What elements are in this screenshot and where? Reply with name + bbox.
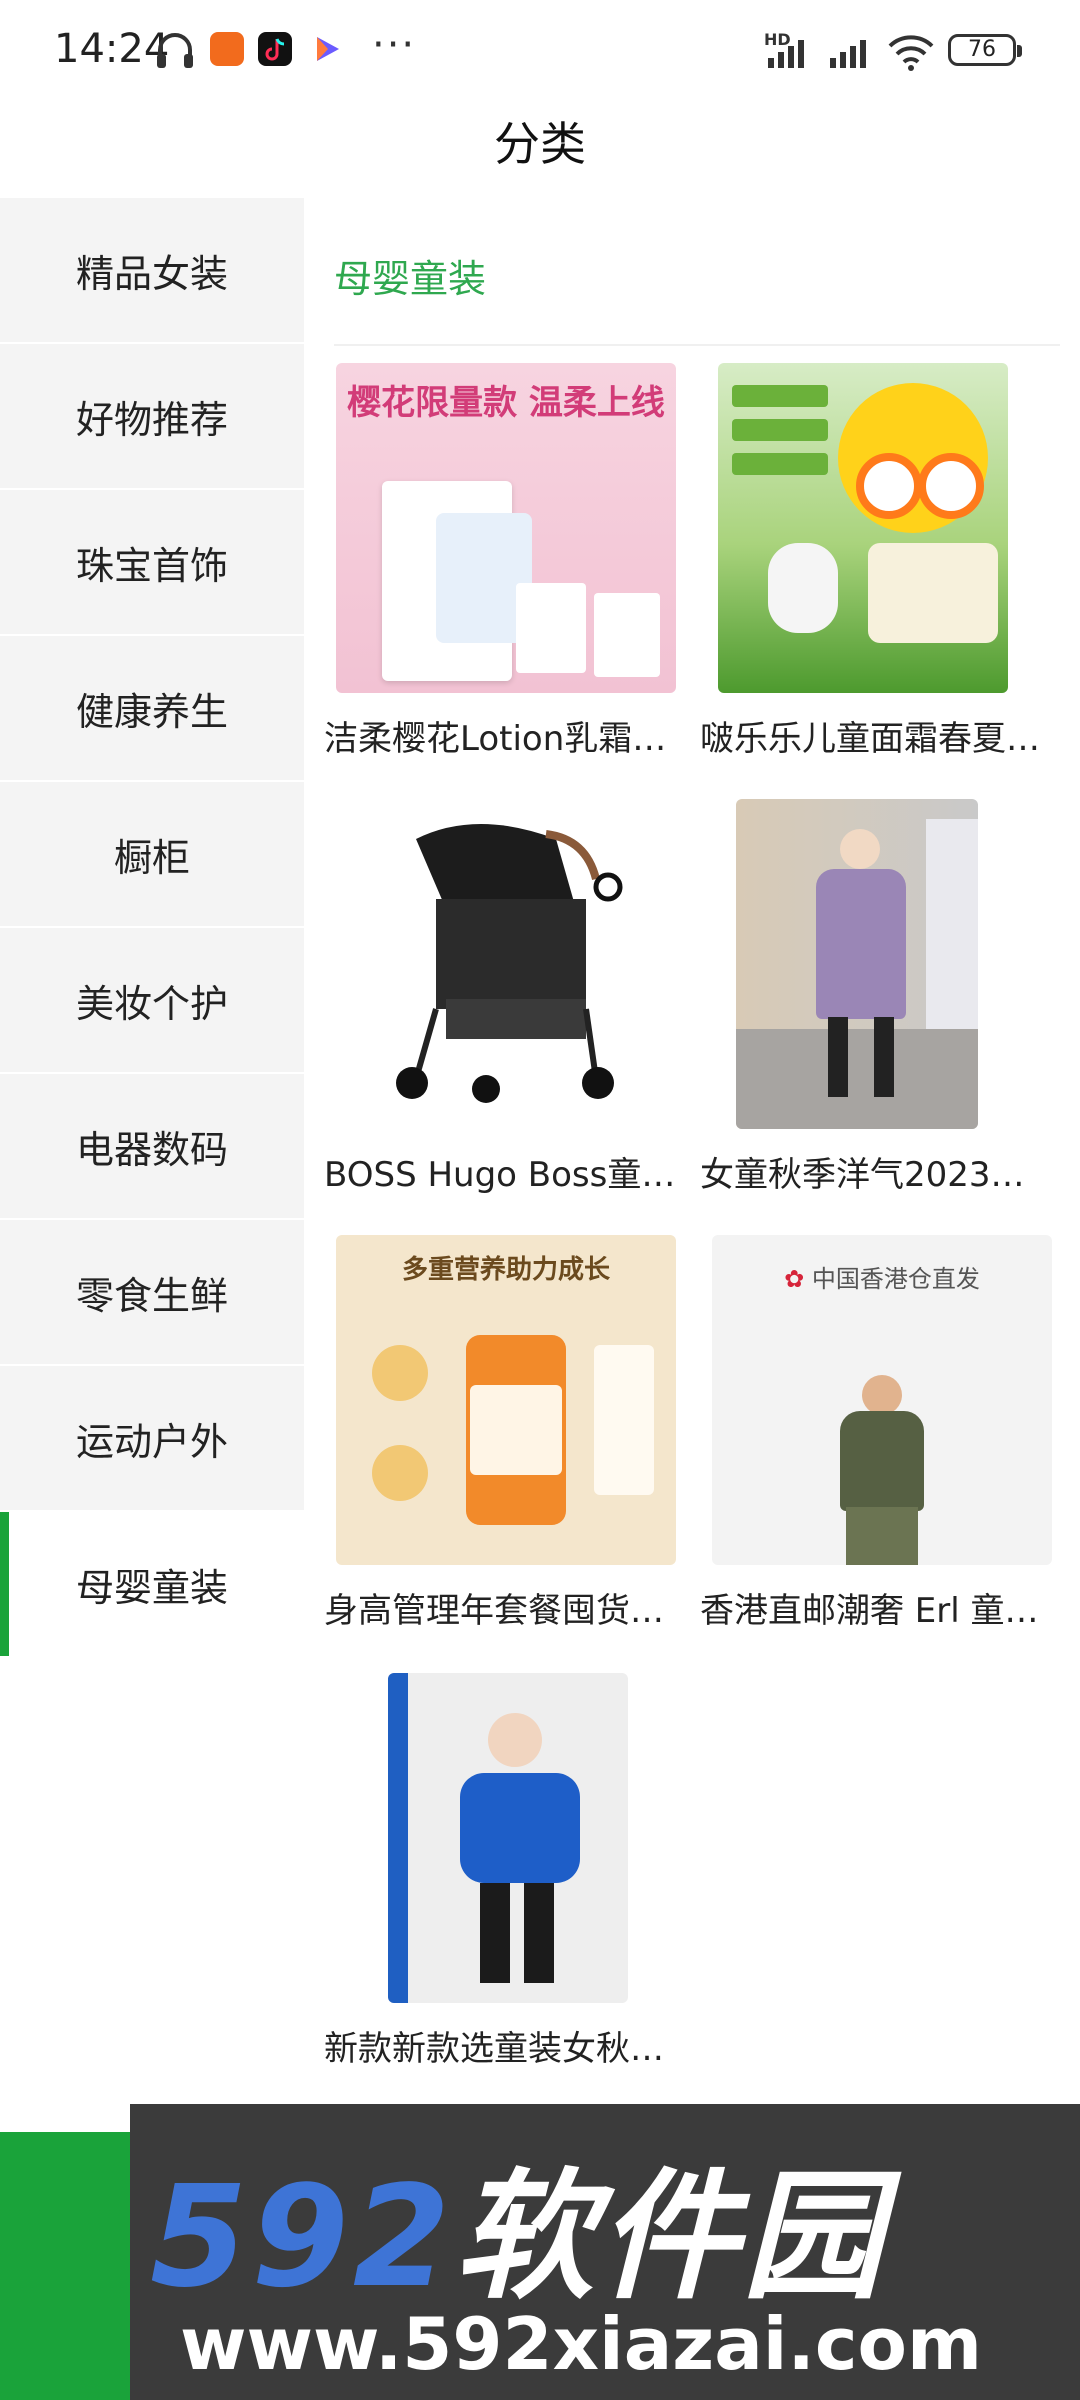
product-image: [736, 799, 978, 1129]
product-title: 新款新款选童装女秋…: [324, 2029, 664, 2069]
hk-flag-icon: ✿: [784, 1265, 805, 1293]
sidebar-item-health[interactable]: 健康养生: [0, 636, 304, 782]
sidebar-item-beauty[interactable]: 美妆个护: [0, 928, 304, 1074]
signal-icon-1: [768, 40, 804, 68]
section-divider: [334, 344, 1060, 346]
watermark-banner: 592软件园 www.592xiazai.com: [130, 2104, 1080, 2400]
sidebar-item-baby-kids[interactable]: 母婴童装: [0, 1512, 304, 1658]
product-card[interactable]: ✿ 中国香港仓直发 香港直邮潮奢 Erl 童…: [700, 1235, 1060, 1635]
product-image-text: 多重营养助力成长: [401, 1255, 610, 1285]
sidebar-item-electronics[interactable]: 电器数码: [0, 1074, 304, 1220]
product-image: ✿ 中国香港仓直发: [712, 1235, 1052, 1565]
sidebar-item-label: 橱柜: [113, 835, 190, 880]
sidebar-item-label: 美妆个护: [75, 981, 228, 1026]
sidebar-item-jewelry[interactable]: 珠宝首饰: [0, 490, 304, 636]
product-image: 多重营养助力成长: [336, 1235, 676, 1565]
sidebar-item-cabinet[interactable]: 橱柜: [0, 782, 304, 928]
more-notifications-icon: ···: [372, 22, 417, 68]
signal-icon-2: [830, 40, 866, 68]
sidebar-item-label: 精品女装: [75, 251, 228, 296]
product-image: [336, 799, 676, 1129]
wifi-icon: [888, 35, 934, 71]
sidebar-item-label: 好物推荐: [75, 397, 228, 442]
sidebar-item-snacks[interactable]: 零食生鲜: [0, 1220, 304, 1366]
product-image-text: 樱花限量款 温柔上线: [347, 383, 665, 423]
watermark-url: www.592xiazai.com: [180, 2302, 982, 2386]
watermark-logo: 592软件园: [150, 2156, 887, 2319]
app-notification-icon: [210, 32, 244, 66]
category-sidebar: 精品女装 好物推荐 珠宝首饰 健康养生 橱柜 美妆个护 电器数码 零食生鲜 运动…: [0, 198, 304, 1658]
product-image: 樱花限量款 温柔上线: [336, 363, 676, 693]
product-title: 身高管理年套餐囤货…: [324, 1591, 664, 1631]
sidebar-item-label: 健康养生: [75, 689, 228, 734]
product-title: 洁柔樱花Lotion乳霜…: [324, 719, 667, 759]
battery-icon: 76: [948, 34, 1022, 66]
bottom-green-strip: [0, 2132, 140, 2400]
product-card[interactable]: 多重营养助力成长 身高管理年套餐囤货…: [324, 1235, 684, 1635]
sidebar-item-outdoor[interactable]: 运动户外: [0, 1366, 304, 1512]
sidebar-item-recommended[interactable]: 好物推荐: [0, 344, 304, 490]
product-card[interactable]: BOSS Hugo Boss童…: [324, 799, 684, 1199]
product-card[interactable]: 女童秋季洋气2023…: [700, 799, 1060, 1199]
tiktok-notification-icon: [258, 32, 292, 66]
product-title: 啵乐乐儿童面霜春夏…: [700, 719, 1040, 759]
page-title: 分类: [494, 117, 586, 171]
product-card[interactable]: 樱花限量款 温柔上线 洁柔樱花Lotion乳霜…: [324, 363, 684, 763]
product-title: 女童秋季洋气2023…: [700, 1155, 1025, 1195]
product-title: BOSS Hugo Boss童…: [324, 1155, 676, 1195]
sidebar-item-label: 零食生鲜: [75, 1273, 228, 1318]
sidebar-item-label: 母婴童装: [75, 1565, 228, 1610]
headphones-icon: [157, 33, 193, 68]
product-image-text: ✿ 中国香港仓直发: [784, 1265, 980, 1293]
product-image: [388, 1673, 628, 2003]
status-time: 14:24: [54, 26, 170, 72]
section-title: 母婴童装: [334, 257, 487, 301]
sidebar-item-label: 运动户外: [75, 1419, 228, 1464]
product-image: [718, 363, 1008, 693]
sidebar-item-label: 珠宝首饰: [75, 543, 228, 588]
product-title: 香港直邮潮奢 Erl 童…: [700, 1591, 1039, 1631]
product-card[interactable]: 新款新款选童装女秋…: [324, 1673, 684, 2073]
sidebar-item-women-fashion[interactable]: 精品女装: [0, 198, 304, 344]
status-bar: 14:24 ··· HD 76: [0, 0, 1080, 100]
product-card[interactable]: 啵乐乐儿童面霜春夏…: [700, 363, 1060, 763]
sidebar-item-label: 电器数码: [75, 1127, 228, 1172]
play-notification-icon: [317, 37, 339, 61]
